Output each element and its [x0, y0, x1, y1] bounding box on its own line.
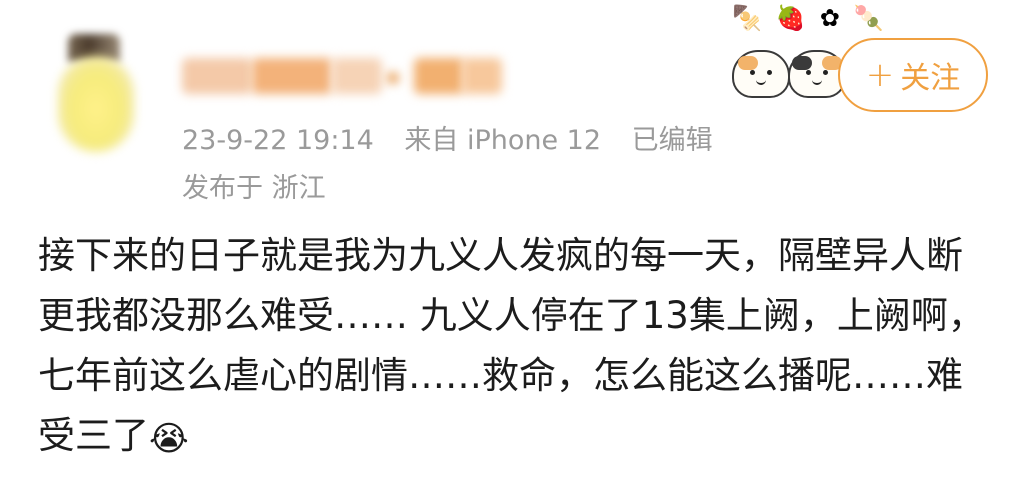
plus-icon: + — [865, 55, 895, 95]
username-blur-block — [182, 58, 252, 94]
username-blur-block — [252, 58, 332, 94]
cat-eye — [823, 70, 828, 75]
cat-spot — [738, 56, 758, 70]
post-timestamp: 23-9-22 19:14 — [182, 125, 374, 156]
cat-mouth — [756, 78, 766, 85]
cat-spot — [792, 56, 812, 70]
post-source: 来自 iPhone 12 — [404, 125, 602, 156]
post-body: 接下来的日子就是我为九义人发疯的每一天，隔壁异人断更我都没那么难受…… 九义人停… — [38, 226, 998, 469]
cat-eye — [806, 70, 811, 75]
avatar-face-blur — [58, 56, 134, 152]
sticker-row-icons: 🍢🍓✿🍡 — [732, 4, 898, 32]
cat-eye — [767, 70, 772, 75]
post-edited-label[interactable]: 已编辑 — [632, 125, 713, 156]
cat-sticker-icon — [732, 50, 790, 98]
follow-button[interactable]: + 关注 — [838, 38, 988, 112]
username-blur-block — [462, 58, 502, 94]
cat-eye — [750, 70, 755, 75]
username-redacted[interactable] — [182, 58, 512, 98]
post-meta-line: 23-9-22 19:14 来自 iPhone 12 已编辑 — [182, 118, 735, 157]
cat-mouth — [812, 78, 822, 85]
avatar[interactable] — [56, 34, 136, 154]
username-blur-dot — [387, 72, 399, 84]
post-location: 发布于 浙江 — [182, 173, 326, 204]
username-blur-block — [332, 58, 382, 94]
crying-face-icon: 😭 — [149, 419, 189, 459]
follow-label: 关注 — [900, 61, 961, 96]
username-blur-block — [414, 58, 464, 94]
